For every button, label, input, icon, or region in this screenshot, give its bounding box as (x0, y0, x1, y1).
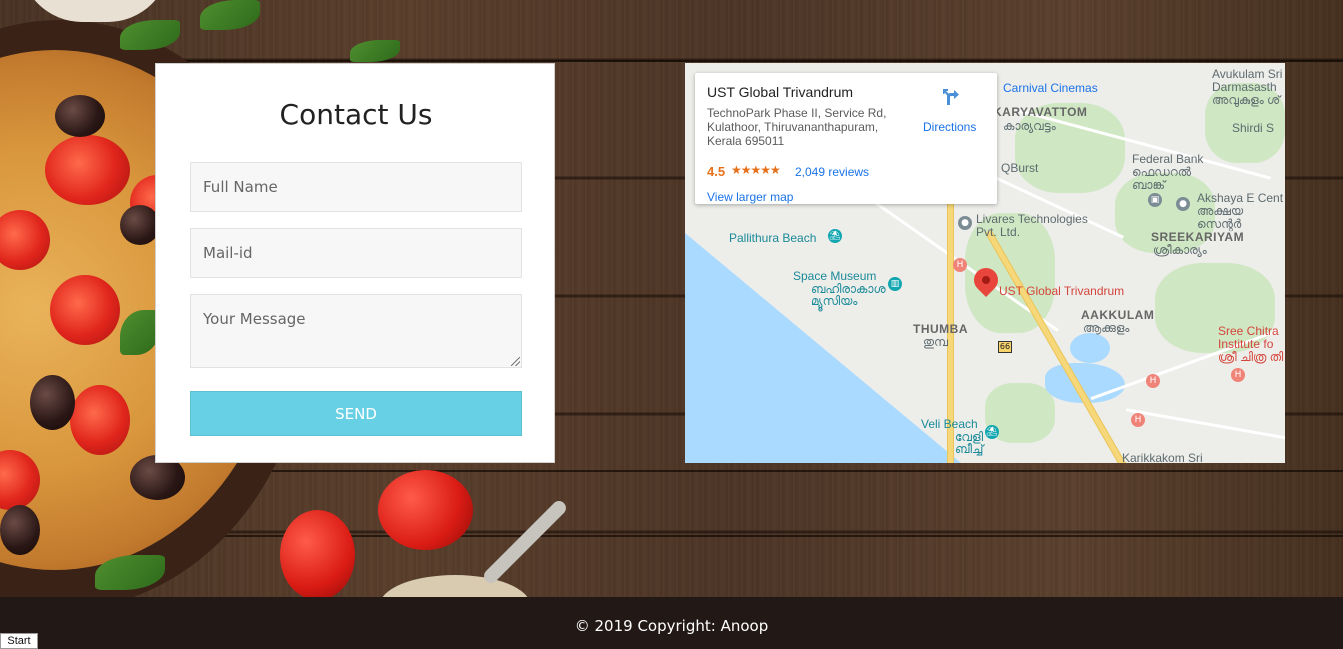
map-label-thumba: THUMBA (913, 322, 968, 336)
directions-link[interactable]: Directions (923, 120, 976, 134)
basil-leaf (120, 20, 180, 50)
hospital-poi-icon[interactable]: H (953, 258, 967, 272)
map-label-federal-ml2: ബാങ്ക് (1132, 178, 1166, 192)
map-lake (1070, 333, 1110, 363)
map-road (1126, 408, 1285, 441)
reviews-link[interactable]: 2,049 reviews (795, 165, 869, 179)
map-label-space-ml2: മ്യൂസിയം (811, 294, 858, 308)
office-poi-icon[interactable]: ● (958, 216, 972, 230)
hospital-poi-icon[interactable]: H (1231, 368, 1245, 382)
map-label-sreekariyam-ml: ശ്രീകാര്യം (1153, 243, 1207, 257)
map-label-avukulam-ml: അവുകുളം ശ് (1212, 93, 1281, 107)
map-label-veli: Veli Beach (921, 417, 978, 431)
tomato-slice (45, 135, 130, 205)
map-label-aakkulam-ml: ആക്കുളം (1083, 321, 1130, 335)
tomato-slice (70, 385, 130, 455)
contact-title: Contact Us (279, 98, 433, 131)
view-larger-map-link[interactable]: View larger map (707, 190, 793, 204)
rating-stars-icon: ★★★★★ (731, 163, 781, 177)
map-label-akshaya: Akshaya E Cent (1197, 191, 1284, 205)
map-label-thumba-ml: തുമ്പ (923, 335, 949, 349)
spice-bowl-image (20, 0, 170, 22)
bank-poi-icon[interactable]: ▣ (1148, 193, 1162, 207)
basil-leaf (350, 40, 400, 62)
olive (120, 205, 160, 245)
sauce-bowl-image (380, 575, 530, 597)
map-label-shirdi: Shirdi S (1232, 121, 1275, 135)
place-name: UST Global Trivandrum (707, 84, 854, 100)
map-label-karikkakom: Karikkakom Sri (1122, 451, 1203, 463)
mail-id-input[interactable] (190, 228, 522, 278)
map-label-qburst: QBurst (1001, 161, 1039, 175)
resize-grip-icon[interactable] (511, 357, 520, 366)
olive (30, 375, 75, 430)
tomato-slice (50, 275, 120, 345)
highway-66-shield: 66 (998, 341, 1012, 353)
office-poi-icon[interactable]: ● (1176, 197, 1190, 211)
map-label-sree-chitra-ml: ശ്രീ ചിത്ര തി (1218, 350, 1284, 364)
museum-poi-icon[interactable]: ▥ (888, 277, 902, 291)
cherry-tomato (280, 510, 355, 597)
map-label-ust-pin: UST Global Trivandrum (999, 284, 1125, 298)
map-label-space-museum: Space Museum (793, 269, 877, 283)
map-label-karyavattom-ml: കാര്യവട്ടം (1003, 119, 1056, 133)
beach-poi-icon[interactable]: ⛱ (828, 229, 842, 243)
map-label-darmasastha: Darmasasth (1212, 80, 1277, 94)
map-label-carnival: Carnival Cinemas (1003, 81, 1098, 95)
basil-leaf (200, 0, 260, 30)
directions-icon[interactable] (941, 87, 961, 107)
map-label-karyavattom: KARYAVATTOM (993, 105, 1088, 119)
google-map-embed[interactable]: Carnival Cinemas KARYAVATTOM കാര്യവട്ടം … (685, 63, 1285, 463)
map-label-avukulam: Avukulam Sri (1212, 67, 1283, 81)
map-label-sreekariyam: SREEKARIYAM (1151, 230, 1245, 244)
spoon-image (481, 498, 569, 586)
start-button[interactable]: Start (0, 633, 38, 649)
map-label-sree-chitra: Sree Chitra (1218, 324, 1279, 338)
olive (0, 505, 40, 555)
copyright-text: © 2019 Copyright: Anoop (574, 617, 769, 635)
map-label-livares2: Pvt. Ltd. (976, 225, 1021, 239)
send-button[interactable]: SEND (190, 391, 522, 436)
place-rating: 4.5 (707, 164, 726, 179)
full-name-input[interactable] (190, 162, 522, 212)
olive (55, 95, 105, 137)
cherry-tomato (378, 470, 473, 550)
map-label-veli-ml2: ബീച്ച് (955, 442, 984, 456)
contact-form-card: Contact Us SEND (155, 63, 555, 463)
hospital-poi-icon[interactable]: H (1146, 374, 1160, 388)
map-label-federal: Federal Bank (1132, 152, 1204, 166)
message-textarea[interactable] (190, 294, 522, 368)
map-label-aakkulam: AAKKULAM (1081, 308, 1155, 322)
map-label-livares1: Livares Technologies (976, 212, 1088, 226)
map-label-pallithura: Pallithura Beach (729, 231, 817, 245)
footer: © 2019 Copyright: Anoop (0, 597, 1343, 649)
place-address: TechnoPark Phase II, Service Rd, Kulatho… (707, 106, 887, 148)
beach-poi-icon[interactable]: ⛱ (985, 425, 999, 439)
map-label-sree-chitra2: Institute fo (1218, 337, 1274, 351)
wood-plank-line (0, 60, 1343, 62)
hospital-poi-icon[interactable]: H (1131, 413, 1145, 427)
place-info-card: UST Global Trivandrum TechnoPark Phase I… (695, 73, 997, 204)
